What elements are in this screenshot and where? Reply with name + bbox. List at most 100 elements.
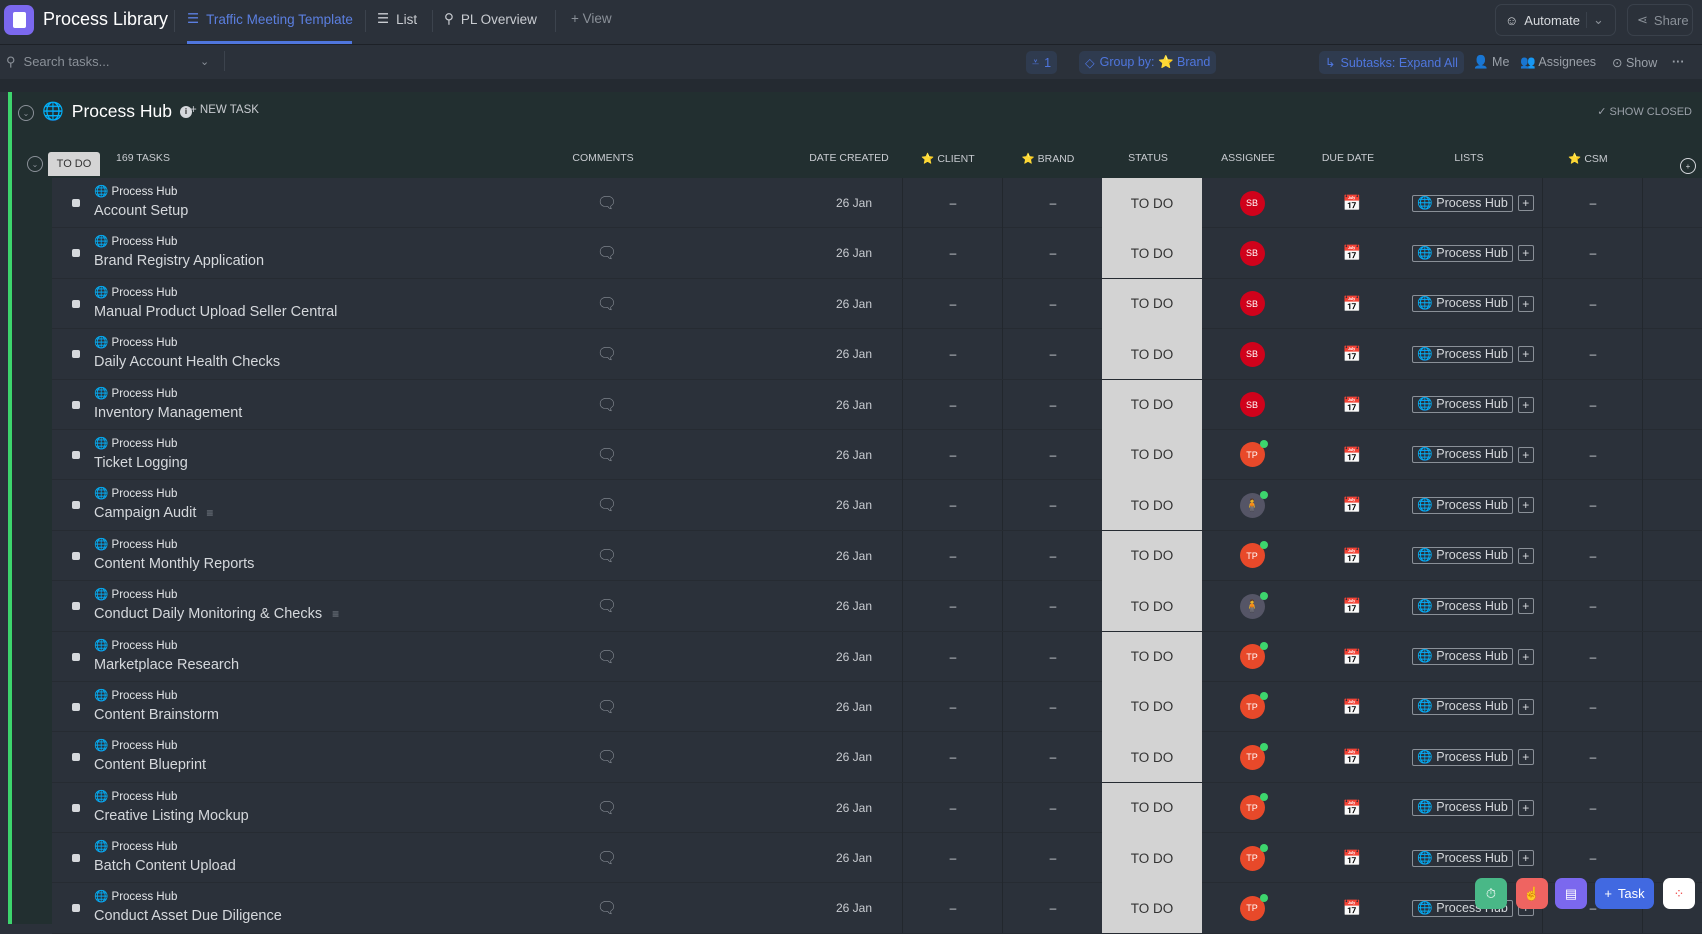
calendar-icon[interactable]: 📅 xyxy=(1304,279,1400,329)
tab-list[interactable]: ☰ List xyxy=(377,11,417,27)
task-location[interactable]: 🌐 Process Hub xyxy=(94,335,177,349)
comment-icon[interactable]: 🗨 xyxy=(594,581,620,631)
task-row[interactable]: 🌐 Process Hub Daily Account Health Check… xyxy=(52,329,1702,380)
task-location[interactable]: 🌐 Process Hub xyxy=(94,889,177,903)
csm-cell[interactable]: – xyxy=(1544,178,1642,228)
share-button[interactable]: ⋖ Share xyxy=(1627,4,1693,36)
client-cell[interactable]: – xyxy=(904,380,1002,430)
task-row[interactable]: 🌐 Process Hub Content Monthly Reports 🗨 … xyxy=(52,530,1702,582)
assignee-cell[interactable]: 🧍 xyxy=(1202,581,1302,631)
client-cell[interactable]: – xyxy=(904,682,1002,732)
calendar-icon[interactable]: 📅 xyxy=(1304,581,1400,631)
task-name[interactable]: Account Setup xyxy=(94,203,188,219)
client-cell[interactable]: – xyxy=(904,632,1002,682)
tab-pl-overview[interactable]: ⚲ PL Overview xyxy=(444,11,537,27)
status-square[interactable] xyxy=(72,501,80,510)
task-row[interactable]: 🌐 Process Hub Content Brainstorm 🗨 26 Ja… xyxy=(52,681,1702,733)
lists-cell[interactable]: 🌐 Process Hub+ xyxy=(1404,329,1542,379)
calendar-icon[interactable]: 📅 xyxy=(1304,480,1400,530)
task-location[interactable]: 🌐 Process Hub xyxy=(94,537,177,551)
status-cell[interactable]: TO DO xyxy=(1102,883,1202,934)
avatar-photo[interactable]: 🧍 xyxy=(1239,591,1268,619)
me-filter[interactable]: 👤 Me xyxy=(1473,55,1509,70)
task-name[interactable]: Conduct Daily Monitoring & Checks ≡ xyxy=(94,606,339,622)
status-square[interactable] xyxy=(72,652,80,661)
show-button[interactable]: ⊙ Show xyxy=(1612,55,1657,70)
task-location[interactable]: 🌐 Process Hub xyxy=(94,638,177,652)
csm-cell[interactable]: – xyxy=(1544,329,1642,379)
status-cell[interactable]: TO DO xyxy=(1102,480,1202,531)
task-name[interactable]: Content Blueprint xyxy=(94,757,206,773)
client-cell[interactable]: – xyxy=(904,329,1002,379)
avatar-photo[interactable]: 🧍 xyxy=(1239,490,1268,518)
task-row[interactable]: 🌐 Process Hub Manual Product Upload Sell… xyxy=(52,278,1702,330)
assignee-cell[interactable]: 🧍 xyxy=(1202,480,1302,530)
col-brand[interactable]: ⭐ BRAND xyxy=(1022,152,1075,165)
brand-cell[interactable]: – xyxy=(1004,682,1102,732)
assignee-cell[interactable]: SB xyxy=(1202,380,1302,430)
comment-icon[interactable]: 🗨 xyxy=(594,883,620,933)
csm-cell[interactable]: – xyxy=(1544,682,1642,732)
status-square[interactable] xyxy=(72,551,80,560)
brand-cell[interactable]: – xyxy=(1004,531,1102,581)
brand-cell[interactable]: – xyxy=(1004,329,1102,379)
add-list-icon[interactable]: + xyxy=(1517,850,1534,867)
status-square[interactable] xyxy=(72,249,80,258)
calendar-icon[interactable]: 📅 xyxy=(1304,833,1400,883)
task-row[interactable]: 🌐 Process Hub Creative Listing Mockup 🗨 … xyxy=(52,782,1702,834)
task-row[interactable]: 🌐 Process Hub Content Blueprint 🗨 26 Jan… xyxy=(52,732,1702,783)
filter-button[interactable]: ⩡ 1 xyxy=(1026,51,1058,74)
assignee-cell[interactable]: SB xyxy=(1202,178,1302,228)
lists-cell[interactable]: 🌐 Process Hub+ xyxy=(1404,783,1542,833)
task-location[interactable]: 🌐 Process Hub xyxy=(94,234,177,248)
task-location[interactable]: 🌐 Process Hub xyxy=(94,738,177,752)
col-comments[interactable]: COMMENTS xyxy=(572,152,633,164)
col-client[interactable]: ⭐ CLIENT xyxy=(921,152,974,165)
tab-traffic-meeting-template[interactable]: ☰ Traffic Meeting Template xyxy=(187,11,353,27)
csm-cell[interactable]: – xyxy=(1544,480,1642,530)
col-status[interactable]: STATUS xyxy=(1128,152,1168,164)
client-cell[interactable]: – xyxy=(904,480,1002,530)
lists-cell[interactable]: 🌐 Process Hub+ xyxy=(1404,632,1542,682)
add-list-icon[interactable]: + xyxy=(1517,396,1534,413)
brand-cell[interactable]: – xyxy=(1004,581,1102,631)
lists-cell[interactable]: 🌐 Process Hub+ xyxy=(1404,430,1542,480)
add-list-icon[interactable]: + xyxy=(1517,245,1534,262)
avatar[interactable]: SB xyxy=(1239,190,1265,216)
csm-cell[interactable]: – xyxy=(1544,430,1642,480)
client-cell[interactable]: – xyxy=(904,833,1002,883)
csm-cell[interactable]: – xyxy=(1544,581,1642,631)
status-cell[interactable]: TO DO xyxy=(1102,228,1202,279)
csm-cell[interactable]: – xyxy=(1544,632,1642,682)
col-lists[interactable]: LISTS xyxy=(1454,152,1483,164)
lists-cell[interactable]: 🌐 Process Hub+ xyxy=(1404,682,1542,732)
task-row[interactable]: 🌐 Process Hub Ticket Logging 🗨 26 Jan – … xyxy=(52,429,1702,481)
timer-button[interactable]: ⏱ xyxy=(1475,878,1507,909)
csm-cell[interactable]: – xyxy=(1544,279,1642,329)
status-cell[interactable]: TO DO xyxy=(1102,379,1202,430)
status-square[interactable] xyxy=(72,602,80,611)
task-row[interactable]: 🌐 Process Hub Inventory Management 🗨 26 … xyxy=(52,379,1702,430)
calendar-icon[interactable]: 📅 xyxy=(1304,329,1400,379)
new-task-fab[interactable]: + Task xyxy=(1595,878,1654,909)
lists-cell[interactable]: 🌐 Process Hub+ xyxy=(1404,480,1542,530)
lists-cell[interactable]: 🌐 Process Hub+ xyxy=(1404,380,1542,430)
calendar-icon[interactable]: 📅 xyxy=(1304,783,1400,833)
task-row[interactable]: 🌐 Process Hub Conduct Daily Monitoring &… xyxy=(52,581,1702,632)
csm-cell[interactable]: – xyxy=(1544,380,1642,430)
task-location[interactable]: 🌐 Process Hub xyxy=(94,285,177,299)
apps-button[interactable]: ⁘ xyxy=(1663,878,1695,909)
client-cell[interactable]: – xyxy=(904,178,1002,228)
status-cell[interactable]: TO DO xyxy=(1102,278,1202,329)
task-name[interactable]: Ticket Logging xyxy=(94,455,188,471)
client-cell[interactable]: – xyxy=(904,228,1002,278)
assignee-cell[interactable]: SB xyxy=(1202,228,1302,278)
brand-cell[interactable]: – xyxy=(1004,783,1102,833)
add-list-icon[interactable]: + xyxy=(1517,497,1534,514)
task-row[interactable]: 🌐 Process Hub Brand Registry Application… xyxy=(52,228,1702,279)
avatar[interactable]: TP xyxy=(1239,843,1268,871)
task-name[interactable]: Manual Product Upload Seller Central xyxy=(94,304,337,320)
status-cell[interactable]: TO DO xyxy=(1102,530,1202,581)
lists-cell[interactable]: 🌐 Process Hub+ xyxy=(1404,531,1542,581)
comment-icon[interactable]: 🗨 xyxy=(594,783,620,833)
